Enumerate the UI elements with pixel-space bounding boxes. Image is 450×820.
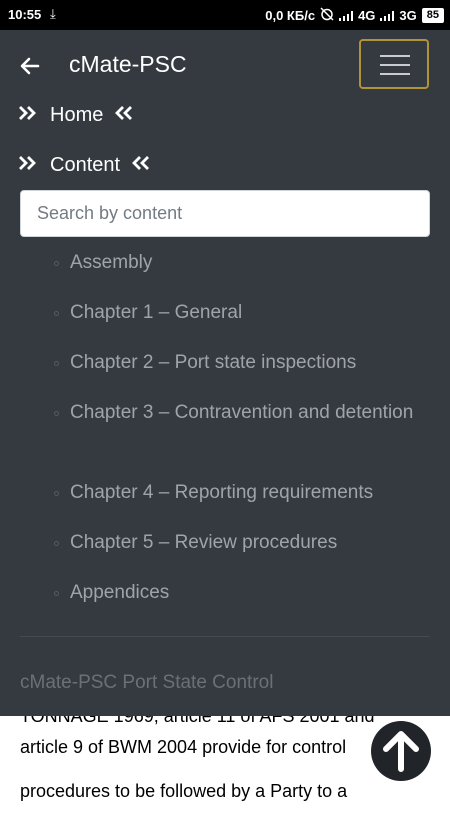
network-type-1: 4G: [358, 8, 376, 23]
bullet-icon: [54, 491, 59, 496]
toc-item-label: Chapter 5 – Review procedures: [70, 532, 338, 553]
app-title: cMate-PSC: [69, 51, 187, 77]
toc-item-label: Chapter 1 – General: [70, 302, 243, 323]
nav-item-home-label: Home: [50, 103, 104, 126]
bullet-icon: [54, 311, 59, 316]
toc-item-label: Chapter 3 – Contravention and detention: [70, 402, 414, 423]
arrow-up-icon: [383, 731, 419, 772]
toc-item-label: Assembly: [70, 252, 153, 273]
scroll-to-top-button[interactable]: [371, 721, 431, 781]
toc-item-chapter-2[interactable]: Chapter 2 – Port state inspections: [54, 348, 430, 378]
double-chevron-left-icon: [130, 154, 150, 177]
double-chevron-left-icon: [113, 104, 133, 127]
network-speed: 0,0 КБ/с: [265, 8, 316, 23]
back-arrow-icon[interactable]: [18, 54, 42, 78]
menu-toggle-button[interactable]: [359, 39, 429, 89]
hamburger-line: [380, 64, 410, 66]
bullet-icon: [54, 361, 59, 366]
bullet-icon: [54, 261, 59, 266]
navigation-panel: cMate-PSC Home Content Assembly Chapter …: [0, 30, 450, 716]
content-line-3: procedures to be followed by a Party to …: [20, 781, 348, 801]
bullet-icon: [54, 411, 59, 416]
toc-item-label: Appendices: [70, 582, 170, 603]
toc-item-chapter-1[interactable]: Chapter 1 – General: [54, 298, 430, 328]
toc-item-label: Chapter 2 – Port state inspections: [70, 352, 357, 373]
search-box: [20, 190, 430, 237]
status-bar: 10:55 ⤓ 0,0 КБ/с 4G 3G 85: [0, 0, 450, 30]
download-icon: ⤓: [50, 6, 56, 21]
toc-item-assembly[interactable]: Assembly: [54, 248, 430, 278]
toc-item-appendices[interactable]: Appendices: [54, 578, 430, 608]
toc-item-label: Chapter 4 – Reporting requirements: [70, 482, 374, 503]
bullet-icon: [54, 541, 59, 546]
bullet-icon: [54, 591, 59, 596]
hamburger-line: [380, 73, 410, 75]
toc-item-chapter-5[interactable]: Chapter 5 – Review procedures: [54, 528, 430, 558]
double-chevron-right-icon: [18, 104, 38, 127]
alarm-off-icon: [320, 7, 334, 24]
search-input[interactable]: [21, 191, 429, 236]
toc-item-chapter-4[interactable]: Chapter 4 – Reporting requirements: [54, 478, 430, 508]
nav-item-home[interactable]: Home: [18, 100, 133, 130]
hamburger-line: [380, 55, 410, 57]
toc-item-chapter-3[interactable]: Chapter 3 – Contravention and detention: [54, 398, 422, 428]
status-right-group: 0,0 КБ/с 4G 3G 85: [265, 7, 444, 24]
signal-icon: [339, 10, 354, 21]
double-chevron-right-icon: [18, 154, 38, 177]
divider: [20, 636, 430, 637]
footer-brand: cMate-PSC Port State Control: [20, 672, 274, 693]
battery-icon: 85: [421, 8, 444, 23]
status-time: 10:55: [8, 7, 42, 22]
nav-item-content[interactable]: Content: [18, 150, 150, 180]
signal-icon-2: [380, 10, 395, 21]
network-type-2: 3G: [399, 8, 417, 23]
nav-item-content-label: Content: [50, 153, 121, 176]
